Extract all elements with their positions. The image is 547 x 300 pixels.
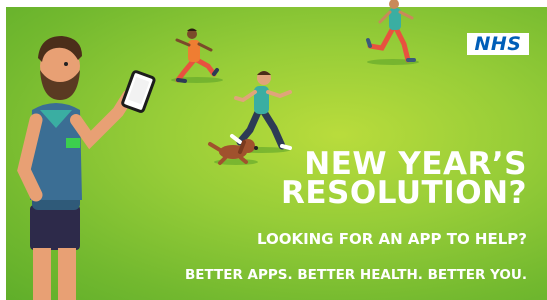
nhs-logo: NHS bbox=[467, 33, 529, 55]
runner-top-right-illustration bbox=[366, 0, 419, 65]
runner-teal-shirt-illustration bbox=[230, 71, 292, 153]
headline: NEW YEAR’S RESOLUTION? bbox=[227, 149, 527, 211]
man-with-phone-illustration bbox=[17, 36, 156, 300]
tagline: BETTER APPS. BETTER HEALTH. BETTER YOU. bbox=[185, 267, 527, 283]
runner-orange-shirt-illustration bbox=[171, 28, 223, 83]
nhs-campaign-banner: NHS NEW YEAR’S RESOLUTION? LOOKING FOR A… bbox=[0, 0, 547, 300]
subheadline: LOOKING FOR AN APP TO HELP? bbox=[256, 230, 527, 248]
headline-line-2: RESOLUTION? bbox=[280, 175, 527, 211]
